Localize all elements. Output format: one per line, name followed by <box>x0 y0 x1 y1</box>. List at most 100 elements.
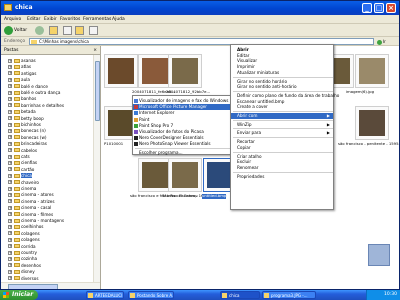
taskbar-button[interactable]: ARTEEDALUCI -... <box>86 291 124 299</box>
expand-icon[interactable]: + <box>8 154 12 159</box>
close-button[interactable]: × <box>386 3 396 13</box>
maximize-button[interactable]: □ <box>374 3 384 13</box>
taskbar-button[interactable]: programa3.JPG -... <box>262 291 316 299</box>
folder-icon <box>14 269 20 274</box>
expand-icon[interactable]: + <box>8 148 12 153</box>
context-menu-item[interactable]: WinZip ▶ <box>231 122 333 128</box>
folder-up-icon[interactable] <box>49 26 58 35</box>
submenu-item[interactable]: Nero CoverDesigner Essentials <box>133 135 237 141</box>
submenu-item[interactable]: Paint Shop Pro 7 <box>133 123 237 129</box>
expand-icon[interactable]: + <box>8 135 12 140</box>
expand-icon[interactable]: + <box>8 160 12 165</box>
expand-icon[interactable]: + <box>8 250 12 255</box>
submenu-item[interactable]: Nero PhotoSnap Viewer Essentials <box>133 141 237 147</box>
thumbnail[interactable] <box>138 158 172 192</box>
taskbar-button[interactable]: Postando Sobre A... <box>128 291 174 299</box>
views-icon[interactable] <box>89 26 98 35</box>
title-bar[interactable]: chica _ □ × <box>1 1 399 15</box>
back-arrow-icon[interactable] <box>4 26 13 35</box>
context-menu-item[interactable]: Propriedades <box>231 174 333 180</box>
expand-icon[interactable]: + <box>8 186 12 191</box>
menu-ferramentas[interactable]: Ferramentas <box>83 17 111 22</box>
back-button-label[interactable]: Voltar <box>14 26 27 35</box>
submenu-item-label: Paint <box>139 116 150 122</box>
expand-icon[interactable]: + <box>8 269 12 274</box>
context-menu-item-label: Recortar <box>237 139 255 145</box>
folder-icon <box>31 40 37 44</box>
expand-icon[interactable]: + <box>8 263 12 268</box>
submenu-item[interactable]: Paint <box>133 117 237 123</box>
expand-icon[interactable]: + <box>8 77 12 82</box>
thumbnail[interactable] <box>104 54 138 88</box>
expand-icon[interactable]: + <box>8 276 12 281</box>
minimize-button[interactable]: _ <box>362 3 372 13</box>
folder-icon <box>14 154 20 159</box>
thumbnail[interactable] <box>355 54 389 88</box>
vertical-scrollbar[interactable] <box>93 55 100 282</box>
expand-icon[interactable]: + <box>8 116 12 121</box>
close-icon[interactable]: × <box>93 46 97 55</box>
context-menu-item[interactable]: Renomear <box>231 165 333 171</box>
menu-arquivo[interactable]: Arquivo <box>4 17 21 22</box>
thumbnail[interactable] <box>355 106 389 140</box>
expand-icon[interactable]: + <box>8 122 12 127</box>
expand-icon[interactable]: + <box>8 212 12 217</box>
expand-icon[interactable]: + <box>8 71 12 76</box>
menu-favoritos[interactable]: Favoritos <box>60 17 80 22</box>
submenu-item[interactable]: Internet Explorer <box>133 110 237 116</box>
expand-icon[interactable]: + <box>8 128 12 133</box>
expand-icon[interactable]: + <box>8 205 12 210</box>
taskbar: Iniciar ARTEEDALUCI -... Postando Sobre A… <box>0 290 400 300</box>
desktop-icon[interactable] <box>368 244 390 266</box>
expand-icon[interactable]: + <box>8 84 12 89</box>
expand-icon[interactable]: + <box>8 109 12 114</box>
submenu-item[interactable]: Microsoft Office Picture Manager <box>133 104 237 111</box>
folder-tree-item[interactable]: + diversos <box>8 275 39 282</box>
taskbar-button[interactable]: chica <box>220 291 260 299</box>
folder-icon <box>14 128 20 133</box>
expand-icon[interactable]: + <box>8 237 12 242</box>
search-icon[interactable] <box>63 26 72 35</box>
context-menu-item[interactable]: Abrir com ▶ <box>231 113 333 119</box>
expand-icon[interactable]: + <box>8 199 12 204</box>
submenu-item[interactable]: Visualizador de imagens e fax do Windows <box>133 98 237 104</box>
folders-icon[interactable] <box>75 26 84 35</box>
go-button[interactable]: Ir <box>377 38 397 45</box>
expand-icon[interactable]: + <box>8 167 12 172</box>
expand-icon[interactable]: + <box>8 180 12 185</box>
forward-arrow-icon[interactable] <box>35 26 44 35</box>
expand-icon[interactable]: + <box>8 192 12 197</box>
expand-icon[interactable]: + <box>8 64 12 69</box>
submenu-item[interactable]: Escolher programa... <box>133 150 237 156</box>
expand-icon[interactable]: + <box>8 58 12 63</box>
scrollbar-thumb[interactable] <box>95 61 100 121</box>
thumbnail[interactable] <box>168 54 202 88</box>
go-arrow-icon <box>377 39 382 45</box>
expand-icon[interactable]: + <box>8 256 12 261</box>
menu-editar[interactable]: Editar <box>27 17 40 22</box>
context-menu-item[interactable]: Copiar <box>231 145 333 151</box>
expand-icon[interactable]: + <box>8 224 12 229</box>
horizontal-scrollbar[interactable] <box>1 282 100 289</box>
folder-label: cozinha <box>21 256 38 262</box>
clock[interactable]: 10:30 <box>384 292 397 297</box>
submenu-item[interactable]: Visualizador de fotos do Picasa <box>133 129 237 135</box>
start-button[interactable]: Iniciar <box>0 290 38 300</box>
expand-icon[interactable]: + <box>8 103 12 108</box>
thumbnail[interactable] <box>138 54 172 88</box>
context-menu-item[interactable]: Girar no sentido anti-horário <box>231 84 333 90</box>
context-menu-item[interactable]: Create a cover <box>231 104 333 110</box>
expand-icon[interactable]: + <box>8 90 12 95</box>
context-menu-item[interactable]: Enviar para ▶ <box>231 130 333 136</box>
thumbnail[interactable] <box>168 158 202 192</box>
menu-exibir[interactable]: Exibir <box>44 17 57 22</box>
expand-icon[interactable]: + <box>8 231 12 236</box>
expand-icon[interactable]: + <box>8 244 12 249</box>
expand-icon[interactable]: + <box>8 218 12 223</box>
expand-icon[interactable]: + <box>8 173 12 178</box>
expand-icon[interactable]: + <box>8 141 12 146</box>
menu-ajuda[interactable]: Ajuda <box>112 17 125 22</box>
expand-icon[interactable]: + <box>8 96 12 101</box>
context-menu-item-label: Criar atalho <box>237 153 262 159</box>
context-menu-item[interactable]: Atualizar miniaturas <box>231 70 333 76</box>
